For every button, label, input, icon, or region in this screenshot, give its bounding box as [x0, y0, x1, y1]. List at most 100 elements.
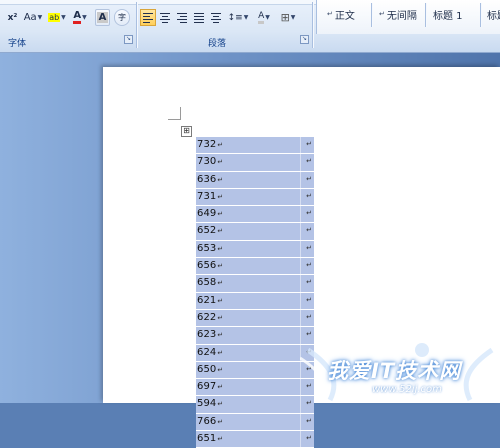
table-row[interactable]: 623↵ ↵	[196, 327, 314, 345]
row-end-mark-icon: ↵	[306, 191, 312, 200]
borders-button[interactable]: ⊞ ▼	[277, 9, 299, 26]
chevron-down-icon: ▼	[82, 14, 87, 21]
shading-button[interactable]: A ▼	[253, 9, 275, 26]
highlighter-icon: ab	[48, 13, 61, 22]
table-row[interactable]: 624↵ ↵	[196, 344, 314, 362]
character-shading-button[interactable]: A	[95, 9, 110, 26]
enclose-characters-button[interactable]: 字	[114, 9, 130, 26]
ribbon: x² Aa ▼ ab ▼ A ▼ A 字 字体 ↘ ↕≡ ▼ A ▼ ⊞ ▼ 段落 ↘	[0, 0, 500, 53]
table-row[interactable]: 651↵ ↵	[196, 431, 314, 448]
table-row[interactable]: 653↵ ↵	[196, 240, 314, 259]
character-shading-icon: A	[96, 12, 109, 23]
table-row[interactable]: 650↵ ↵	[196, 361, 314, 380]
row-end-mark-icon: ↵	[306, 226, 312, 235]
change-case-button[interactable]: Aa ▼	[22, 9, 44, 26]
table-row[interactable]: 594↵ ↵	[196, 396, 314, 414]
column-gridline	[300, 413, 301, 431]
table-row[interactable]: 731↵ ↵	[196, 188, 314, 207]
cell-end-mark-icon: ↵	[217, 417, 224, 426]
table-cell-value: 623↵	[197, 329, 224, 341]
column-gridline	[300, 188, 301, 206]
table-cell-value: 697↵	[197, 381, 224, 393]
superscript-icon: x²	[7, 12, 18, 23]
table-cell-value: 636↵	[197, 173, 224, 185]
distributed-button[interactable]	[208, 9, 224, 26]
column-gridline	[300, 327, 301, 344]
justify-button[interactable]	[191, 9, 207, 26]
font-group-label: 字体	[8, 39, 27, 49]
column-gridline	[300, 275, 301, 292]
row-end-mark-icon: ↵	[306, 278, 312, 287]
table-row[interactable]: 697↵ ↵	[196, 379, 314, 397]
row-end-mark-icon: ↵	[306, 382, 312, 391]
table-row[interactable]: 730↵ ↵	[196, 154, 314, 172]
table-row[interactable]: 766↵ ↵	[196, 413, 314, 432]
align-left-button[interactable]	[140, 9, 156, 26]
style-heading-1[interactable]: 标题 1	[433, 5, 463, 23]
chevron-down-icon: ▼	[37, 14, 43, 21]
row-end-mark-icon: ↵	[306, 174, 312, 183]
cell-end-mark-icon: ↵	[217, 365, 224, 374]
cell-end-mark-icon: ↵	[217, 158, 224, 167]
line-spacing-icon: ↕≡	[227, 12, 243, 23]
align-right-button[interactable]	[174, 9, 190, 26]
table-row[interactable]: 658↵ ↵	[196, 275, 314, 293]
column-gridline	[300, 137, 301, 154]
column-gridline	[300, 361, 301, 379]
table-cell-value: 653↵	[197, 242, 224, 254]
table-cell-value: 658↵	[197, 277, 224, 289]
column-gridline	[300, 344, 301, 361]
cell-end-mark-icon: ↵	[217, 244, 224, 253]
row-end-mark-icon: ↵	[306, 330, 312, 339]
row-end-mark-icon: ↵	[306, 209, 312, 218]
paragraph-dialog-launcher-icon[interactable]: ↘	[300, 35, 309, 44]
paint-bucket-icon: A	[258, 11, 265, 24]
row-end-mark-icon: ↵	[306, 261, 312, 270]
margin-corner-mark	[168, 107, 181, 120]
line-spacing-button[interactable]: ↕≡ ▼	[227, 9, 249, 26]
chevron-down-icon: ▼	[290, 14, 296, 21]
cell-end-mark-icon: ↵	[217, 262, 224, 271]
font-color-button[interactable]: A ▼	[69, 9, 91, 26]
borders-icon: ⊞	[280, 11, 290, 24]
column-gridline	[300, 292, 301, 309]
style-no-spacing[interactable]: ↵ 无间隔	[379, 5, 417, 23]
style-normal[interactable]: ↵ 正文	[327, 5, 355, 23]
column-gridline	[300, 258, 301, 275]
table-move-handle-icon[interactable]: ⊞	[181, 126, 192, 137]
cell-end-mark-icon: ↵	[217, 210, 224, 219]
style-heading[interactable]: 标题	[487, 5, 500, 23]
cell-end-mark-icon: ↵	[217, 296, 224, 305]
column-gridline	[300, 223, 301, 240]
table-row[interactable]: 636↵ ↵	[196, 171, 314, 189]
table-row[interactable]: 656↵ ↵	[196, 258, 314, 276]
number-table[interactable]: 732↵ ↵ 730↵ ↵ 636↵ ↵ 731↵ ↵ 649↵ ↵ 652↵ ↵ 653↵ ↵ 656↵ ↵…	[196, 137, 314, 448]
table-row[interactable]: 732↵ ↵	[196, 137, 314, 155]
table-row[interactable]: 621↵ ↵	[196, 292, 314, 310]
table-row[interactable]: 622↵ ↵	[196, 309, 314, 328]
row-end-mark-icon: ↵	[306, 347, 312, 356]
cell-end-mark-icon: ↵	[217, 348, 224, 357]
table-cell-value: 649↵	[197, 208, 224, 220]
font-dialog-launcher-icon[interactable]: ↘	[124, 35, 133, 44]
align-left-icon	[143, 12, 153, 23]
superscript-button[interactable]: x²	[4, 9, 21, 26]
column-gridline	[300, 171, 301, 188]
column-gridline	[300, 379, 301, 396]
watermark-url: www.52ij.com	[372, 384, 442, 395]
chevron-down-icon: ▼	[61, 14, 66, 21]
chevron-down-icon: ▼	[265, 14, 270, 21]
table-cell-value: 656↵	[197, 260, 224, 272]
align-center-button[interactable]	[157, 9, 173, 26]
row-end-mark-icon: ↵	[306, 295, 312, 304]
text-highlight-button[interactable]: ab ▼	[47, 9, 67, 26]
table-cell-value: 624↵	[197, 346, 224, 358]
table-row[interactable]: 652↵ ↵	[196, 223, 314, 241]
cell-end-mark-icon: ↵	[217, 400, 224, 409]
style-separator	[425, 3, 426, 27]
table-row[interactable]: 649↵ ↵	[196, 206, 314, 224]
cell-end-mark-icon: ↵	[217, 313, 224, 322]
group-separator	[312, 2, 313, 48]
column-gridline	[300, 240, 301, 258]
cell-end-mark-icon: ↵	[217, 175, 224, 184]
